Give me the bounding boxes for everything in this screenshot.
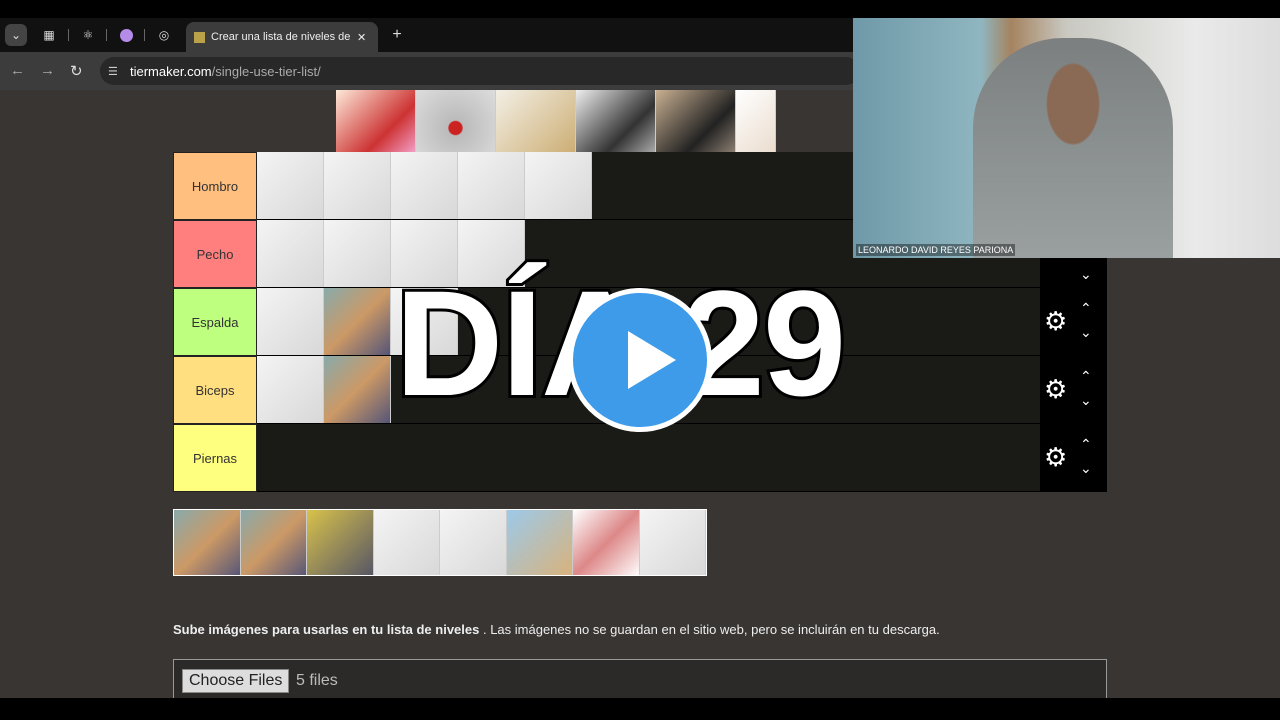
tier-image[interactable] — [257, 356, 324, 423]
move-up-icon[interactable]: ⌃ — [1080, 436, 1092, 453]
presenter-name: LEONARDO DAVID REYES PARIONA — [856, 244, 1016, 256]
new-tab-icon[interactable]: + — [386, 24, 408, 46]
move-up-icon[interactable]: ⌃ — [1080, 300, 1092, 317]
unranked-image-pool — [173, 509, 707, 576]
gear-icon[interactable]: ⚙ — [1044, 442, 1067, 473]
move-down-icon[interactable]: ⌄ — [1080, 460, 1092, 477]
tier-image[interactable] — [257, 220, 324, 287]
tier-image[interactable] — [324, 356, 391, 423]
pool-image[interactable] — [440, 510, 507, 575]
choose-files-button[interactable]: Choose Files — [182, 669, 290, 693]
pinned-tab-chatgpt-icon[interactable]: ◎ — [153, 24, 175, 46]
tier-images — [257, 152, 592, 219]
gear-icon[interactable]: ⚙ — [1044, 374, 1067, 405]
url-domain: tiermaker.com — [130, 63, 212, 79]
tier-image[interactable] — [324, 152, 391, 219]
tab-search-chevron-icon[interactable]: ⌄ — [5, 24, 27, 46]
tier-label[interactable]: Pecho — [173, 220, 257, 288]
webcam-overlay: LEONARDO DAVID REYES PARIONA — [853, 18, 1280, 258]
pool-image[interactable] — [240, 510, 307, 575]
file-count: 5 files — [296, 672, 338, 689]
tier-row: Piernas — [173, 424, 1040, 492]
divider — [106, 29, 107, 41]
pool-image[interactable] — [573, 510, 640, 575]
tab-favicon-icon — [194, 31, 205, 43]
gear-icon[interactable]: ⚙ — [1044, 306, 1067, 337]
tier-image[interactable] — [257, 152, 324, 219]
presenter-video — [973, 38, 1173, 258]
pool-image[interactable] — [307, 510, 374, 575]
pinned-tab-react-icon[interactable]: ⚛ — [77, 24, 99, 46]
tier-label[interactable]: Piernas — [173, 424, 257, 492]
pool-image[interactable] — [373, 510, 440, 575]
pinned-tab-clock-icon[interactable] — [115, 24, 137, 46]
upload-instructions: Sube imágenes para usarlas en tu lista d… — [173, 622, 940, 637]
close-tab-icon[interactable]: ✕ — [357, 31, 366, 44]
reload-icon[interactable]: ↻ — [70, 62, 83, 80]
move-down-icon[interactable]: ⌄ — [1080, 324, 1092, 341]
pool-image[interactable] — [506, 510, 573, 575]
tier-image[interactable] — [525, 152, 592, 219]
top-black-bar — [0, 0, 1280, 18]
tab-active[interactable]: Crear una lista de niveles de un ✕ — [186, 22, 378, 52]
pinned-tab-calendar-icon[interactable]: ▦ — [38, 24, 60, 46]
divider — [144, 29, 145, 41]
tier-image[interactable] — [458, 152, 525, 219]
pool-image[interactable] — [639, 510, 706, 575]
tier-image[interactable] — [324, 220, 391, 287]
move-up-icon[interactable]: ⌃ — [1080, 368, 1092, 385]
back-icon[interactable]: ← — [10, 62, 25, 79]
tab-title: Crear una lista de niveles de un — [211, 31, 351, 43]
upload-instructions-bold: Sube imágenes para usarlas en tu lista d… — [173, 622, 480, 637]
tier-image[interactable] — [324, 288, 391, 355]
tier-label[interactable]: Biceps — [173, 356, 257, 424]
url-field[interactable]: ☰ tiermaker.com/single-use-tier-list/ — [100, 57, 860, 85]
url-path: /single-use-tier-list/ — [211, 63, 321, 79]
pool-image[interactable] — [174, 510, 241, 575]
bottom-black-bar — [0, 698, 1280, 720]
move-down-icon[interactable]: ⌄ — [1080, 266, 1092, 283]
move-down-icon[interactable]: ⌄ — [1080, 392, 1092, 409]
tier-label[interactable]: Espalda — [173, 288, 257, 356]
tier-image[interactable] — [257, 288, 324, 355]
tier-images — [257, 356, 391, 423]
forward-icon[interactable]: → — [40, 62, 55, 79]
tier-image[interactable] — [391, 152, 458, 219]
upload-instructions-rest: . Las imágenes no se guardan en el sitio… — [479, 622, 940, 637]
play-button-icon[interactable] — [568, 288, 712, 432]
tier-controls: ⌄ ⚙ ⌃ ⌄ ⚙ ⌃ ⌄ ⚙ ⌃ ⌄ — [1040, 254, 1107, 492]
tier-label[interactable]: Hombro — [173, 152, 257, 220]
site-settings-icon[interactable]: ☰ — [108, 65, 118, 78]
divider — [68, 29, 69, 41]
